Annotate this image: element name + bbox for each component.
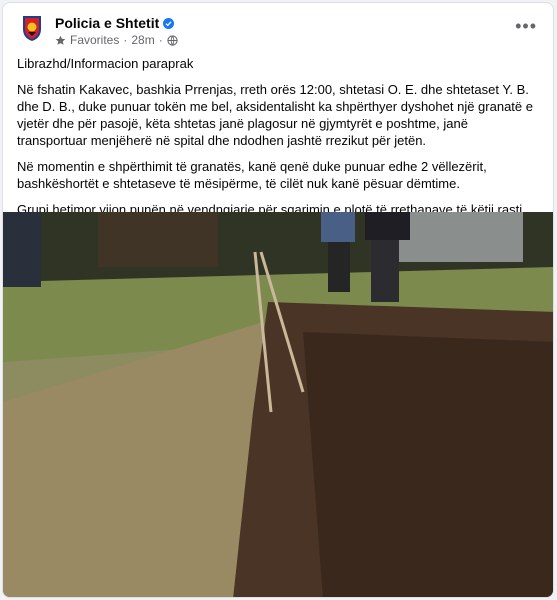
meta-separator: · bbox=[123, 33, 128, 47]
post-time[interactable]: 28m bbox=[131, 33, 154, 47]
post-text: Librazhd/Informacion paraprak Në fshatin… bbox=[17, 55, 541, 227]
post-header: Policia e Shtetit Favorites · 28m · ••• bbox=[3, 3, 553, 55]
star-icon bbox=[55, 35, 66, 45]
post-paragraph: Në momentin e shpërthimit të granatës, k… bbox=[17, 159, 487, 191]
more-options-icon[interactable]: ••• bbox=[515, 17, 537, 35]
verified-badge-icon bbox=[163, 17, 175, 29]
globe-icon bbox=[167, 34, 178, 46]
audience-label[interactable]: Favorites bbox=[70, 33, 119, 47]
post-card: Policia e Shtetit Favorites · 28m · ••• … bbox=[2, 2, 554, 598]
post-photo[interactable] bbox=[3, 212, 554, 598]
page-avatar[interactable] bbox=[17, 13, 47, 43]
police-badge-logo bbox=[23, 16, 41, 41]
page-name[interactable]: Policia e Shtetit bbox=[55, 15, 159, 31]
post-paragraph: Në fshatin Kakavec, bashkia Prrenjas, rr… bbox=[17, 82, 533, 148]
meta-separator: · bbox=[158, 33, 163, 47]
post-paragraph: Librazhd/Informacion paraprak bbox=[17, 56, 194, 71]
